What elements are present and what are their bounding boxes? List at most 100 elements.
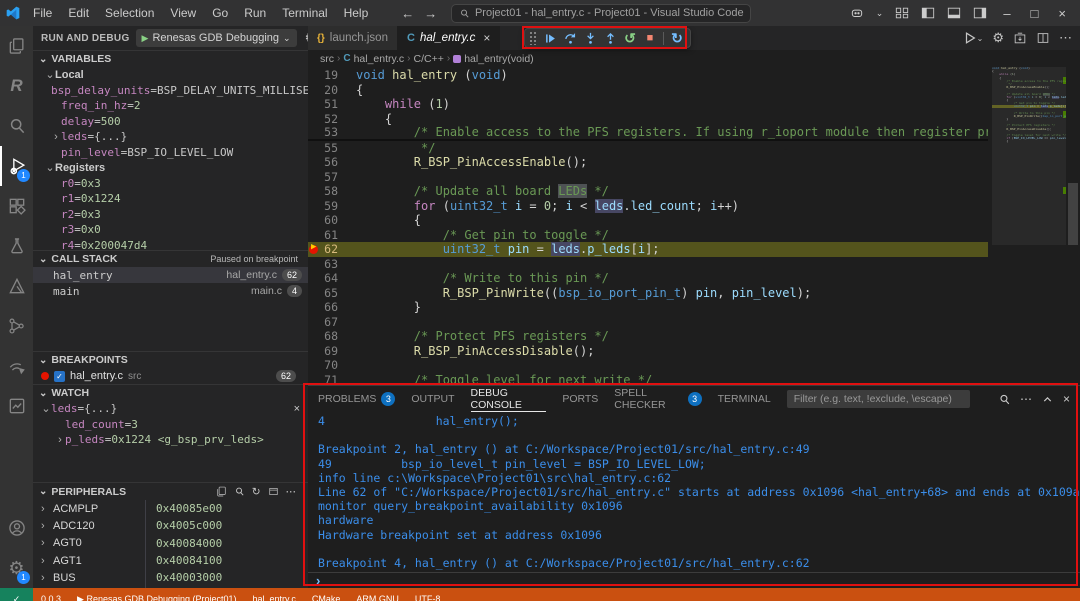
open-preview-icon[interactable] bbox=[1013, 31, 1027, 45]
breakpoint-checkbox[interactable]: ✓ bbox=[54, 371, 65, 382]
activity-bar-item-search[interactable] bbox=[0, 106, 33, 146]
activity-bar-item-object-graph[interactable] bbox=[0, 306, 33, 346]
code-line[interactable]: 65 R_BSP_PinWrite((bsp_io_port_pin_t) pi… bbox=[308, 286, 988, 301]
tab-launch.json[interactable]: {}launch.json bbox=[308, 26, 398, 50]
panel-tab-ports[interactable]: PORTS bbox=[562, 386, 598, 412]
code-line[interactable]: 63 bbox=[308, 257, 988, 272]
menu-item-selection[interactable]: Selection bbox=[98, 4, 161, 22]
peripheral-row[interactable]: ›ADC1200x4005c000 bbox=[33, 517, 308, 534]
maximize-panel-icon[interactable] bbox=[1041, 393, 1054, 406]
copilot-chevron-icon[interactable]: ⌄ bbox=[876, 8, 884, 19]
activity-bar-item-test-explorer[interactable] bbox=[0, 226, 33, 266]
editor-scrollbar[interactable] bbox=[1066, 67, 1080, 385]
status-bar-item[interactable]: ARM GNU bbox=[348, 594, 407, 601]
code-editor[interactable]: 19void hal_entry (void)20{51 while (1)52… bbox=[308, 67, 1080, 385]
continue-button[interactable] bbox=[541, 29, 559, 47]
code-line[interactable]: 66 } bbox=[308, 300, 988, 315]
menu-item-terminal[interactable]: Terminal bbox=[275, 4, 334, 22]
activity-bar-item-extensions[interactable] bbox=[0, 186, 33, 226]
step-over-button[interactable] bbox=[561, 29, 579, 47]
chevron-icon[interactable]: › bbox=[55, 434, 65, 446]
chevron-right-icon[interactable]: › bbox=[41, 555, 53, 567]
panel-more-actions-icon[interactable]: ⋯ bbox=[1020, 392, 1032, 406]
chevron-right-icon[interactable]: › bbox=[41, 572, 53, 584]
code-line[interactable]: 64 /* Write to this pin */ bbox=[308, 271, 988, 286]
menu-item-edit[interactable]: Edit bbox=[61, 4, 96, 22]
run-file-button[interactable]: ⌄ bbox=[963, 31, 984, 45]
search-icon[interactable] bbox=[234, 486, 245, 497]
status-bar-item[interactable]: CMake bbox=[304, 594, 349, 601]
code-line[interactable]: 67 bbox=[308, 315, 988, 330]
menu-item-view[interactable]: View bbox=[163, 4, 203, 22]
variable-row[interactable]: led_count = 3 bbox=[33, 417, 308, 433]
menu-item-run[interactable]: Run bbox=[237, 4, 273, 22]
activity-bar-item-renesas[interactable]: R bbox=[0, 66, 33, 106]
variable-row[interactable]: r4 = 0x200047d4 bbox=[33, 238, 308, 251]
search-icon[interactable] bbox=[998, 393, 1011, 406]
code-line[interactable]: 55 */ bbox=[308, 141, 988, 156]
close-panel-icon[interactable]: × bbox=[1063, 392, 1070, 406]
code-line[interactable]: 61 /* Get pin to toggle */ bbox=[308, 228, 988, 243]
peripheral-row[interactable]: ›AGT10x40084100 bbox=[33, 552, 308, 569]
peripheral-row[interactable]: ›BUS0x40003000 bbox=[33, 569, 308, 586]
code-line[interactable]: 53 /* Enable access to the PFS registers… bbox=[308, 126, 988, 141]
close-tab-icon[interactable]: × bbox=[483, 31, 490, 45]
remove-watch-icon[interactable]: × bbox=[294, 403, 308, 415]
panel-tab-terminal[interactable]: TERMINAL bbox=[718, 386, 771, 412]
breadcrumb-item[interactable]: C/C++ bbox=[414, 53, 444, 65]
status-bar-item[interactable]: ▶ Renesas GDB Debugging (Project01) bbox=[69, 594, 245, 601]
breadcrumb-item[interactable]: hal_entry(void) bbox=[464, 53, 533, 65]
chevron-down-icon[interactable]: ⌄ bbox=[45, 161, 55, 174]
chevron-icon[interactable]: › bbox=[51, 131, 61, 143]
chevron-right-icon[interactable]: › bbox=[41, 503, 53, 515]
variables-header[interactable]: ⌄ VARIABLES bbox=[33, 51, 308, 67]
reset-button[interactable]: ↻ bbox=[668, 29, 686, 47]
more-actions-icon[interactable]: ⋯ bbox=[1059, 30, 1072, 46]
status-bar-item[interactable]: UTF-8 bbox=[407, 594, 449, 601]
toolbar-drag-handle[interactable] bbox=[529, 31, 537, 45]
variable-row[interactable]: freq_in_hz = 2 bbox=[33, 98, 308, 114]
variable-row[interactable]: delay = 500 bbox=[33, 114, 308, 130]
chevron-down-icon[interactable]: ⌄ bbox=[45, 68, 55, 81]
debug-settings-gear-icon[interactable]: ⚙ bbox=[305, 30, 308, 46]
code-line[interactable]: 20{ bbox=[308, 83, 988, 98]
code-line[interactable]: 69 R_BSP_PinAccessDisable(); bbox=[308, 344, 988, 359]
code-line[interactable]: 19void hal_entry (void) bbox=[308, 68, 988, 83]
panel-tab-problems[interactable]: PROBLEMS3 bbox=[318, 386, 395, 412]
code-line[interactable]: 58 /* Update all board LEDs */ bbox=[308, 184, 988, 199]
variable-row[interactable]: r0 = 0x3 bbox=[33, 176, 308, 192]
command-center-search[interactable]: Project01 - hal_entry.c - Project01 - Vi… bbox=[451, 4, 751, 23]
code-line[interactable]: 56 R_BSP_PinAccessEnable(); bbox=[308, 155, 988, 170]
breakpoints-header[interactable]: ⌄ BREAKPOINTS bbox=[33, 352, 308, 368]
variable-row[interactable]: ›p_leds = 0x1224 <g_bsp_prv_leds> bbox=[33, 432, 308, 448]
nav-forward-icon[interactable]: → bbox=[424, 6, 437, 21]
split-editor-icon[interactable] bbox=[1036, 31, 1050, 45]
scope-row[interactable]: ⌄Registers bbox=[33, 160, 308, 176]
call-stack-header[interactable]: ⌄ CALL STACK Paused on breakpoint bbox=[33, 251, 308, 267]
status-bar-item[interactable]: 0 0 3 bbox=[33, 594, 69, 601]
console-filter-input[interactable] bbox=[787, 390, 970, 408]
activity-bar-item-explorer[interactable] bbox=[0, 26, 33, 66]
peripheral-row[interactable]: ›ACMPLP0x40085e00 bbox=[33, 500, 308, 517]
breadcrumb-item[interactable]: hal_entry.c bbox=[354, 53, 405, 65]
minimap[interactable]: void hal_entry (void){ while (1) { /* En… bbox=[992, 67, 1066, 385]
code-line[interactable]: 51 while (1) bbox=[308, 97, 988, 112]
code-line[interactable]: 60 { bbox=[308, 213, 988, 228]
panel-tab-spell-checker[interactable]: SPELL CHECKER3 bbox=[614, 386, 701, 412]
code-line[interactable]: 70 bbox=[308, 358, 988, 373]
code-line[interactable]: ▶62 uint32_t pin = leds.p_leds[i]; bbox=[308, 242, 988, 257]
stop-button[interactable]: ■ bbox=[641, 29, 659, 47]
remote-indicator[interactable]: ✓ bbox=[0, 588, 33, 601]
minimize-button[interactable]: – bbox=[999, 6, 1014, 21]
activity-bar-item-performance-chart[interactable] bbox=[0, 386, 33, 426]
restart-button[interactable]: ↺ bbox=[621, 29, 639, 47]
copilot-icon[interactable] bbox=[850, 6, 864, 20]
menu-item-file[interactable]: File bbox=[26, 4, 59, 22]
start-debug-icon[interactable]: ▶ bbox=[142, 33, 149, 44]
activity-bar-item-account[interactable] bbox=[0, 508, 33, 548]
toggle-secondary-sidebar-icon[interactable] bbox=[973, 6, 987, 20]
window-icon[interactable] bbox=[268, 486, 279, 497]
toggle-panel-layout-icon[interactable] bbox=[895, 6, 909, 20]
chevron-icon[interactable]: ⌄ bbox=[41, 402, 51, 415]
settings-gear-icon[interactable]: ⚙ bbox=[992, 30, 1004, 46]
